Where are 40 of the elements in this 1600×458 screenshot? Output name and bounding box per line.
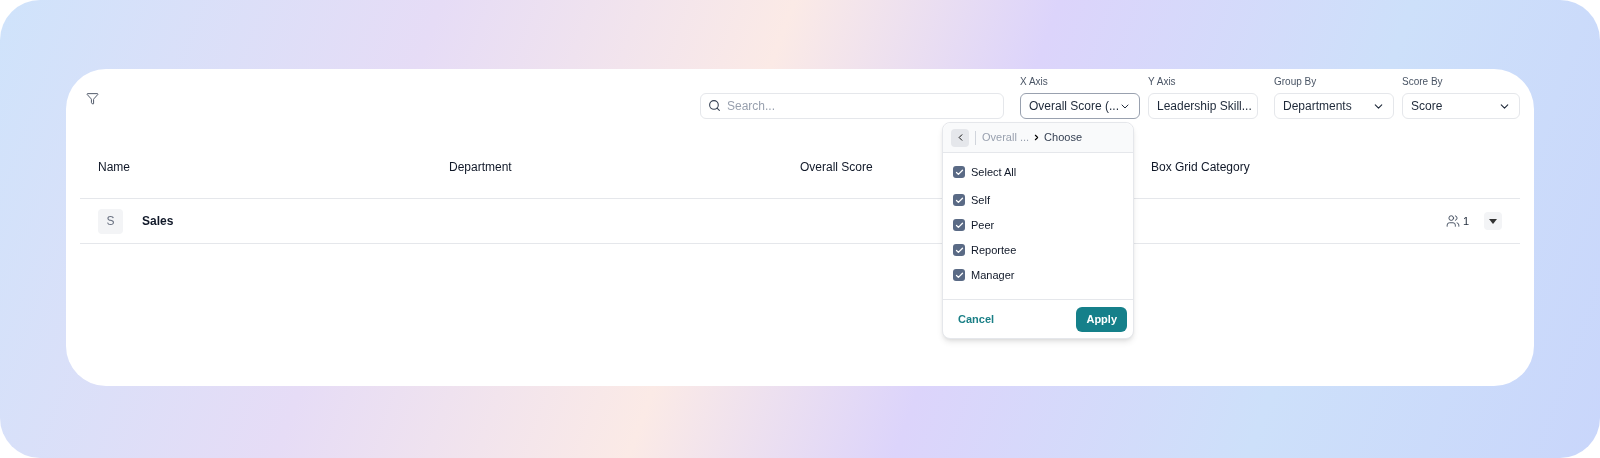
checkbox-option[interactable]: Self xyxy=(953,191,1123,209)
check-icon xyxy=(954,195,964,205)
checkbox-option[interactable]: Peer xyxy=(953,216,1123,234)
checkbox-option[interactable]: Select All xyxy=(953,163,1123,181)
dropdown[interactable]: Score xyxy=(1402,93,1520,119)
column-header: Department xyxy=(449,159,512,176)
checkbox[interactable] xyxy=(953,244,965,256)
checkbox[interactable] xyxy=(953,194,965,206)
caret-icon xyxy=(1489,218,1497,224)
back-button[interactable] xyxy=(951,128,969,147)
check-icon xyxy=(954,245,964,255)
filter-icon[interactable] xyxy=(86,92,99,105)
checkbox[interactable] xyxy=(953,219,965,231)
apply-button[interactable]: Apply xyxy=(1076,306,1127,332)
cancel-button[interactable]: Cancel xyxy=(958,310,995,328)
filter-label: X Axis xyxy=(1020,75,1049,89)
breadcrumb-current: Choose xyxy=(1044,130,1082,146)
checkbox[interactable] xyxy=(953,166,965,178)
dropdown[interactable]: Overall Score (... xyxy=(1020,93,1140,119)
filter-label: Group By xyxy=(1274,75,1318,89)
checkbox-option[interactable]: Reportee xyxy=(953,241,1123,259)
filter-label: Y Axis xyxy=(1148,75,1177,89)
filter-label: Score By xyxy=(1402,75,1444,89)
avatar: S xyxy=(98,208,123,234)
dropdown[interactable]: Leadership Skill... xyxy=(1148,93,1258,119)
search-field[interactable]: Search... xyxy=(700,93,1004,119)
member-count: 1 xyxy=(1462,213,1469,229)
check-icon xyxy=(954,167,964,177)
expand-button[interactable] xyxy=(1484,212,1502,230)
column-header: Overall Score xyxy=(800,159,873,176)
column-header: Box Grid Category xyxy=(1151,159,1250,176)
people-icon xyxy=(1445,214,1460,228)
search-icon xyxy=(708,99,721,112)
group-name: Sales xyxy=(142,213,174,230)
check-icon xyxy=(954,270,964,280)
checkbox[interactable] xyxy=(953,269,965,281)
checkbox-option[interactable]: Manager xyxy=(953,266,1123,284)
dropdown[interactable]: Departments xyxy=(1274,93,1394,119)
column-header: Name xyxy=(98,159,130,176)
check-icon xyxy=(954,220,964,230)
